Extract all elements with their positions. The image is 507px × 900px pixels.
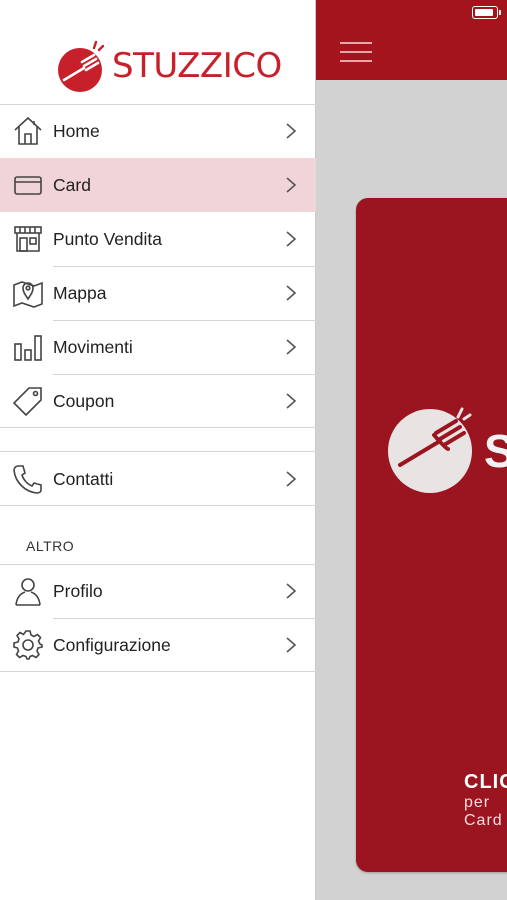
divider <box>0 671 316 672</box>
hamburger-menu-icon[interactable] <box>340 40 372 64</box>
card-cta-line3: Card <box>464 812 503 829</box>
card-cta[interactable]: CLIC per Card <box>464 771 507 830</box>
card-screen: S CLIC per Card <box>316 0 507 900</box>
menu-item-label: Punto Vendita <box>53 228 162 249</box>
menu-item-label: Configurazione <box>53 634 171 655</box>
divider <box>0 427 316 428</box>
menu-item-movimenti[interactable]: Movimenti <box>0 320 316 374</box>
chevron-right-icon <box>286 393 297 409</box>
menu-item-profilo[interactable]: Profilo <box>0 564 316 618</box>
map-icon <box>13 281 43 308</box>
menu-item-punto-vendita[interactable]: Punto Vendita <box>0 212 316 266</box>
section-title-altro: ALTRO <box>26 538 75 554</box>
menu-item-mappa[interactable]: Mappa <box>0 266 316 320</box>
brand-name: STUZZICO <box>112 46 282 86</box>
menu-item-label: Card <box>53 174 91 195</box>
battery-icon <box>472 6 501 19</box>
card-icon <box>14 176 42 195</box>
user-icon <box>15 578 41 606</box>
phone-icon <box>13 465 42 494</box>
chevron-right-icon <box>286 637 297 653</box>
chevron-right-icon <box>286 285 297 301</box>
card-brand-text: S <box>484 425 507 477</box>
menu-item-card[interactable]: Card <box>0 158 316 212</box>
divider <box>0 505 316 506</box>
card-cta-line2: per <box>464 794 491 811</box>
side-drawer: STUZZICO Home Card Punto Vendita Mappa M… <box>0 0 316 900</box>
app-header <box>316 0 507 80</box>
chevron-right-icon <box>286 123 297 139</box>
chevron-right-icon <box>286 177 297 193</box>
gear-icon <box>13 630 43 660</box>
chevron-right-icon <box>286 339 297 355</box>
card-logo-icon <box>388 407 472 493</box>
brand-logo: STUZZICO <box>56 36 282 96</box>
stuzzico-logo-icon <box>58 40 105 92</box>
bar-chart-icon <box>14 335 42 361</box>
chevron-right-icon <box>286 583 297 599</box>
home-icon <box>14 116 42 145</box>
menu-item-label: Mappa <box>53 282 107 303</box>
menu-item-home[interactable]: Home <box>0 104 316 158</box>
card-cta-line1: CLIC <box>464 771 507 793</box>
tag-icon <box>12 387 42 417</box>
chevron-right-icon <box>286 471 297 487</box>
chevron-right-icon <box>286 231 297 247</box>
menu-item-contatti[interactable]: Contatti <box>0 452 316 506</box>
menu-item-label: Coupon <box>53 390 115 411</box>
store-icon <box>14 226 42 252</box>
menu-item-coupon[interactable]: Coupon <box>0 374 316 428</box>
menu-item-configurazione[interactable]: Configurazione <box>0 618 316 672</box>
loyalty-card[interactable]: S CLIC per Card <box>356 198 507 872</box>
menu-item-label: Profilo <box>53 580 103 601</box>
menu-item-label: Movimenti <box>53 336 133 357</box>
menu-item-label: Home <box>53 120 100 141</box>
menu-item-label: Contatti <box>53 468 114 489</box>
